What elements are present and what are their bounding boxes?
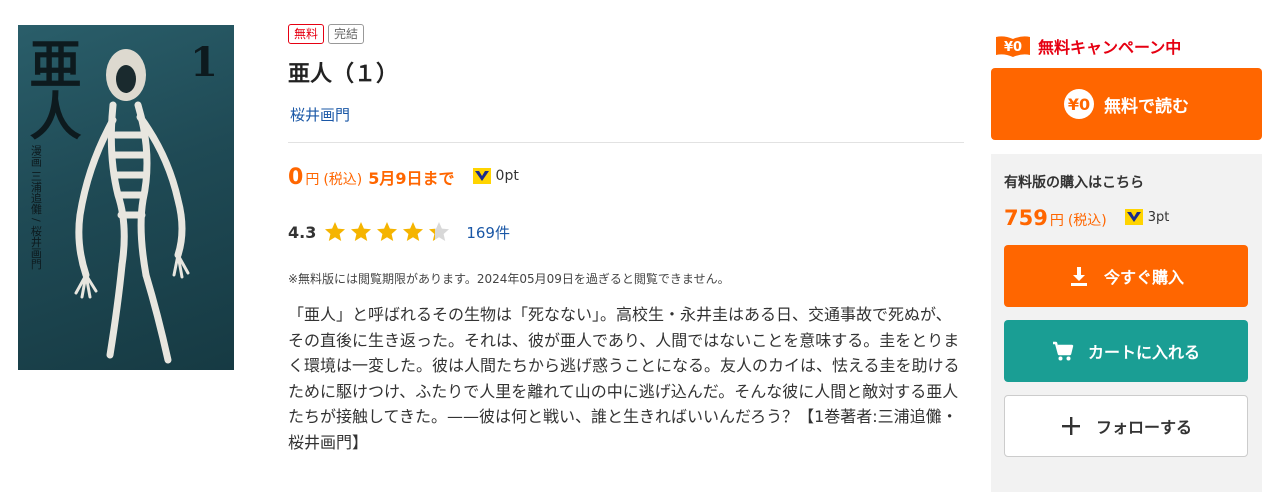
paid-price-value: 759 bbox=[1004, 206, 1048, 230]
divider bbox=[288, 142, 964, 143]
tpoint-icon bbox=[1124, 209, 1143, 225]
free-price-value: 0 bbox=[288, 165, 304, 190]
paid-heading: 有料版の購入はこちら bbox=[1004, 175, 1144, 191]
add-to-cart-label: カートに入れる bbox=[1087, 343, 1200, 362]
free-price-unit: 円 bbox=[305, 172, 320, 188]
follow-button[interactable]: フォローする bbox=[1004, 395, 1248, 457]
author-link[interactable]: 桜井画門 bbox=[290, 104, 350, 125]
follow-label: フォローする bbox=[1095, 418, 1192, 437]
free-points-text: 0pt bbox=[495, 168, 519, 184]
rating-row: 4.3 169件 bbox=[288, 220, 510, 244]
star-icon bbox=[377, 222, 398, 241]
yen-zero-icon: ¥0 bbox=[1064, 89, 1094, 119]
free-price-tax: (税込) bbox=[323, 172, 363, 188]
cover-volume-number: 1 bbox=[190, 39, 218, 86]
star-icon bbox=[403, 222, 424, 241]
read-free-button[interactable]: ¥0 無料で読む bbox=[991, 68, 1262, 140]
tpoint-icon bbox=[472, 168, 491, 184]
badge-group: 無料 完結 bbox=[288, 24, 365, 44]
free-points: 0pt bbox=[472, 168, 519, 184]
paid-points-text: 3pt bbox=[1147, 209, 1170, 225]
campaign-text: 無料キャンペーン中 bbox=[1038, 38, 1182, 57]
add-to-cart-button[interactable]: カートに入れる bbox=[1004, 320, 1248, 382]
svg-text:¥0: ¥0 bbox=[1004, 40, 1022, 55]
cover-author: 漫画 三浦追儺 / 桜井画門 bbox=[29, 145, 43, 270]
complete-badge: 完結 bbox=[328, 24, 365, 44]
read-free-label: 無料で読む bbox=[1104, 96, 1189, 117]
cover-title: 亜人 bbox=[20, 37, 81, 141]
paid-price-row: 759 円 (税込) 3pt bbox=[1004, 206, 1169, 230]
book-description: 「亜人」と呼ばれるその生物は「死なない」。高校生・永井圭はある日、交通事故で死ぬ… bbox=[288, 305, 960, 452]
free-price-row: 0 円 (税込) 5月9日まで 0pt bbox=[288, 165, 519, 190]
buy-now-button[interactable]: 今すぐ購入 bbox=[1004, 245, 1248, 307]
free-until-date: 5月9日まで bbox=[368, 169, 455, 188]
rating-score: 4.3 bbox=[288, 222, 317, 242]
paid-purchase-panel: 有料版の購入はこちら 759 円 (税込) 3pt 今すぐ購入 カートに入れる bbox=[991, 154, 1262, 492]
review-count-link[interactable]: 169件 bbox=[466, 222, 510, 243]
book-cover[interactable]: 亜人 1 漫画 三浦追儺 / 桜井画門 bbox=[18, 25, 234, 370]
star-icon bbox=[325, 222, 346, 241]
free-badge: 無料 bbox=[288, 24, 325, 44]
paid-price-tax: (税込) bbox=[1067, 213, 1107, 229]
star-rating bbox=[322, 220, 452, 244]
book-title: 亜人（１） bbox=[288, 62, 399, 87]
buy-now-label: 今すぐ購入 bbox=[1103, 268, 1184, 287]
paid-points: 3pt bbox=[1124, 209, 1170, 225]
download-icon bbox=[1070, 267, 1087, 286]
paid-price-unit: 円 bbox=[1049, 213, 1064, 229]
campaign-label: ¥0 無料キャンペーン中 bbox=[996, 34, 1181, 58]
star-icon bbox=[351, 222, 372, 241]
cart-icon bbox=[1052, 341, 1074, 361]
free-period-notice: ※無料版には閲覧期限があります。2024年05月09日を過ぎると閲覧できません。 bbox=[288, 272, 730, 286]
plus-icon bbox=[1061, 417, 1080, 435]
star-half-icon bbox=[429, 222, 450, 241]
book-yen-icon: ¥0 bbox=[996, 36, 1030, 57]
